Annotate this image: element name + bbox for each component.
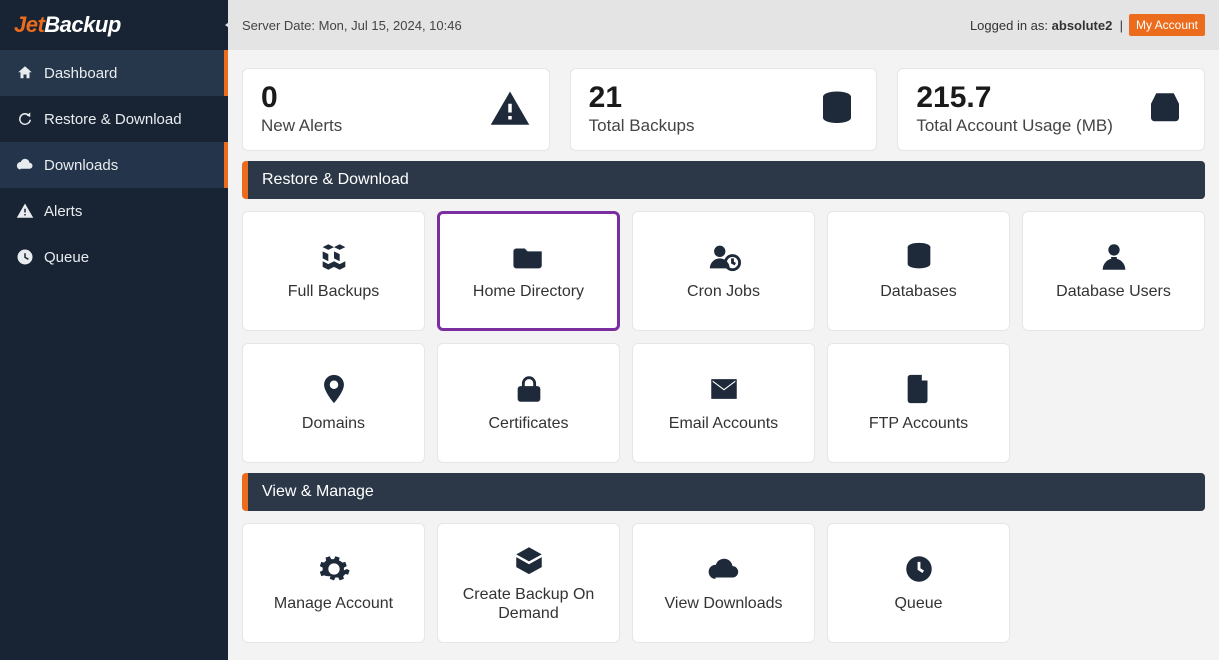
sidebar-item-downloads[interactable]: Downloads [0,142,228,188]
sidebar: JetBackup Dashboard Restore & Download D… [0,0,228,660]
stat-value: 0 [261,81,342,114]
sidebar-item-restore-download[interactable]: Restore & Download [0,96,228,142]
section-header-manage: View & Manage [242,473,1205,511]
sidebar-item-label: Restore & Download [44,111,182,128]
stat-label: Total Account Usage (MB) [916,116,1113,136]
db-user-icon [1097,240,1131,274]
stat-account-usage[interactable]: 215.7 Total Account Usage (MB) [897,68,1205,151]
tile-certificates[interactable]: Certificates [437,343,620,463]
alert-icon [16,202,34,220]
tile-create-backup-on-demand[interactable]: Create Backup On Demand [437,523,620,643]
server-date: Server Date: Mon, Jul 15, 2024, 10:46 [242,18,462,33]
stats-row: 0 New Alerts 21 Total Backups 215.7 To [242,68,1205,151]
brand-logo: JetBackup [0,0,228,50]
sidebar-collapse-caret-icon[interactable] [225,18,235,32]
tile-cron-jobs[interactable]: Cron Jobs [632,211,815,331]
my-account-button[interactable]: My Account [1129,14,1205,36]
tile-label: Home Directory [473,282,584,301]
tile-label: View Downloads [665,594,783,613]
map-pin-icon [317,372,351,406]
lock-icon [512,372,546,406]
mail-icon [707,372,741,406]
stat-total-backups[interactable]: 21 Total Backups [570,68,878,151]
sidebar-item-queue[interactable]: Queue [0,234,228,280]
tile-email-accounts[interactable]: Email Accounts [632,343,815,463]
tile-label: Database Users [1056,282,1171,301]
tile-ftp-accounts[interactable]: FTP Accounts [827,343,1010,463]
folder-icon [512,240,546,274]
cloud-download-icon [707,552,741,586]
logged-in-as: Logged in as: absolute2 | [970,18,1123,33]
tile-manage-account[interactable]: Manage Account [242,523,425,643]
sidebar-item-label: Downloads [44,157,118,174]
clock-icon [16,248,34,266]
sidebar-item-alerts[interactable]: Alerts [0,188,228,234]
tile-label: Databases [880,282,957,301]
box-icon [512,543,546,577]
stat-new-alerts[interactable]: 0 New Alerts [242,68,550,151]
tiles-restore-download: Full Backups Home Directory Cron Jobs Da… [242,211,1205,463]
sidebar-item-dashboard[interactable]: Dashboard [0,50,228,96]
tile-full-backups[interactable]: Full Backups [242,211,425,331]
sidebar-item-label: Alerts [44,203,82,220]
tile-database-users[interactable]: Database Users [1022,211,1205,331]
tile-view-downloads[interactable]: View Downloads [632,523,815,643]
tile-label: Certificates [488,414,568,433]
content-scroll: 0 New Alerts 21 Total Backups 215.7 To [228,50,1219,660]
stat-value: 215.7 [916,81,1113,114]
tile-queue[interactable]: Queue [827,523,1010,643]
tile-label: Cron Jobs [687,282,760,301]
stat-label: New Alerts [261,116,342,136]
home-icon [16,64,34,82]
clock-icon [902,552,936,586]
tiles-view-manage: Manage Account Create Backup On Demand V… [242,523,1205,643]
tile-label: Manage Account [274,594,393,613]
hdd-icon [1144,88,1186,130]
cloud-download-icon [16,156,34,174]
tile-databases[interactable]: Databases [827,211,1010,331]
boxes-icon [317,240,351,274]
tile-label: Domains [302,414,365,433]
user-clock-icon [707,240,741,274]
alert-icon [489,88,531,130]
tile-domains[interactable]: Domains [242,343,425,463]
brand-text: JetBackup [14,12,121,38]
tile-label: Queue [894,594,942,613]
tile-label: Full Backups [288,282,380,301]
stat-label: Total Backups [589,116,695,136]
topbar: Server Date: Mon, Jul 15, 2024, 10:46 Lo… [228,0,1219,50]
gear-icon [317,552,351,586]
sidebar-item-label: Queue [44,249,89,266]
database-icon [816,88,858,130]
tile-label: Create Backup On Demand [444,585,613,623]
file-icon [902,372,936,406]
section-header-restore: Restore & Download [242,161,1205,199]
sidebar-item-label: Dashboard [44,65,117,82]
main-area: Server Date: Mon, Jul 15, 2024, 10:46 Lo… [228,0,1219,660]
stat-value: 21 [589,81,695,114]
tile-label: FTP Accounts [869,414,968,433]
refresh-icon [16,110,34,128]
tile-home-directory[interactable]: Home Directory [437,211,620,331]
tile-label: Email Accounts [669,414,778,433]
sidebar-nav: Dashboard Restore & Download Downloads A… [0,50,228,280]
database-icon [902,240,936,274]
